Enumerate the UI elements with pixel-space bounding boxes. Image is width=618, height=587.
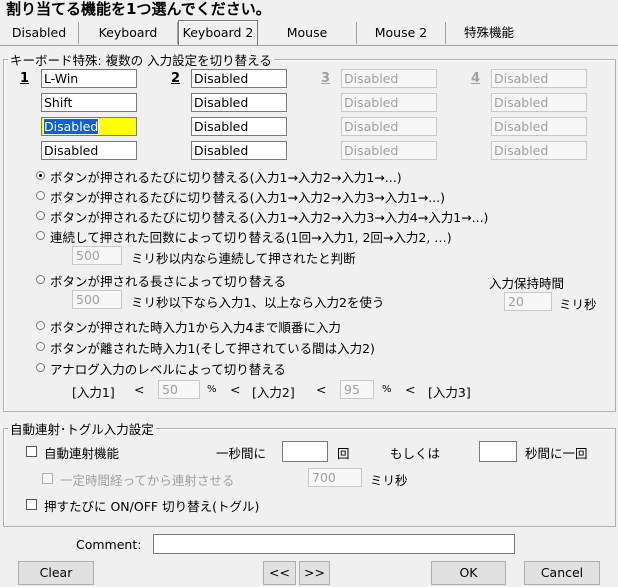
or-label: もしくは [390,446,441,461]
input4-key-3: Disabled [491,117,587,136]
once-per-label: 秒間に一回 [525,446,588,461]
clear-button[interactable]: Clear [18,561,94,585]
ok-button[interactable]: OK [431,561,506,585]
option-release-label[interactable]: ボタンが離された時入力1(そして押されている間は入力2) [50,338,375,357]
column-number-3: 3 [321,71,331,86]
radio-toggle-4[interactable] [36,211,45,220]
input4-key-4: Disabled [491,141,587,160]
option-toggle-3-label[interactable]: ボタンが押されるたびに切り替える(入力1→入力2→入力3→入力1→...) [50,187,445,206]
radio-toggle-2[interactable] [36,171,45,180]
analog-lt-2: < [230,382,241,397]
comment-label: Comment: [76,537,142,552]
column-number-4: 4 [471,71,481,86]
analog-threshold-2: 95 [340,380,374,399]
input3-key-3: Disabled [341,117,437,136]
analog-input3-label: [入力3] [428,385,471,400]
analog-lt-4: < [405,382,416,397]
radio-sequential[interactable] [36,321,45,330]
keyboard-special-legend: キーボード特殊: 複数の 入力設定を切り替える [8,50,274,69]
input1-key-4[interactable]: Disabled [41,141,137,160]
tab-keyboard-2[interactable]: Keyboard 2 [178,20,258,45]
auto-fire-checkbox[interactable] [26,446,37,457]
radio-press-length[interactable] [36,275,45,284]
input1-key-2[interactable]: Shift [41,93,137,112]
input1-key-3-selection: Disabled [44,119,99,134]
input2-key-4[interactable]: Disabled [191,141,287,160]
analog-lt-1: < [134,382,145,397]
option-toggle-2-label[interactable]: ボタンが押されるたびに切り替える(入力1→入力2→入力1→...) [50,167,402,186]
tab-keyboard[interactable]: Keyboard [79,22,178,44]
shots-per-second-input[interactable] [282,441,328,462]
toggle-checkbox[interactable] [26,499,37,510]
consecutive-ms-input: 500 [72,246,122,265]
column-number-2: 2 [171,71,181,86]
input3-key-2: Disabled [341,93,437,112]
radio-press-count[interactable] [36,231,45,240]
tab-disabled[interactable]: Disabled [0,22,79,44]
analog-lt-3: < [316,382,327,397]
length-ms-input: 500 [72,290,122,309]
consecutive-ms-text: ミリ秒以内なら連続して押されたと判断 [131,251,356,266]
input2-key-1[interactable]: Disabled [191,69,287,88]
radio-analog[interactable] [36,363,45,372]
hold-time-unit: ミリ秒 [559,297,597,312]
hold-time-label: 入力保持時間 [489,276,565,291]
seconds-per-shot-input[interactable] [479,441,517,462]
tab-bar: Disabled Keyboard Keyboard 2 Mouse Mouse… [0,18,618,46]
toggle-label[interactable]: 押すたびに ON/OFF 切り替え(トグル) [44,496,259,515]
tab-mouse[interactable]: Mouse [258,22,357,44]
input2-key-2[interactable]: Disabled [191,93,287,112]
rapid-fire-legend: 自動連射･トグル入力設定 [8,419,156,438]
hold-time-input: 20 [504,292,552,311]
input4-key-1: Disabled [491,69,587,88]
input3-key-4: Disabled [341,141,437,160]
option-toggle-4-label[interactable]: ボタンが押されるたびに切り替える(入力1→入力2→入力3→入力4→入力1→...… [50,207,488,226]
next-button[interactable]: >> [299,561,330,585]
tab-special[interactable]: 特殊機能 [446,22,532,44]
column-number-1: 1 [20,71,30,86]
radio-release[interactable] [36,342,45,351]
delay-fire-checkbox [42,473,53,484]
delay-ms-input: 700 [308,468,362,487]
option-press-length-label[interactable]: ボタンが押される長さによって切り替える [50,271,286,290]
times-label: 回 [337,446,350,461]
input4-key-2: Disabled [491,93,587,112]
option-analog-label[interactable]: アナログ入力のレベルによって切り替える [50,359,286,378]
cancel-button[interactable]: Cancel [524,561,600,585]
analog-input1-label: [入力1] [72,385,115,400]
dialog-title: 割り当てる機能を1つ選んでください。 [6,0,271,18]
input1-key-3[interactable]: Disabled [41,117,137,136]
comment-input[interactable] [153,534,515,554]
delay-fire-label: 一定時間経ってから連射させる [60,473,235,488]
input2-key-3[interactable]: Disabled [191,117,287,136]
radio-toggle-3[interactable] [36,191,45,200]
analog-pct-1: % [207,384,217,395]
prev-button[interactable]: << [263,561,296,585]
length-ms-text: ミリ秒以下なら入力1、以上なら入力2を使う [131,295,385,310]
per-second-label: 一秒間に [216,446,267,461]
delay-ms-unit: ミリ秒 [370,473,408,488]
input3-key-1: Disabled [341,69,437,88]
tab-mouse-2[interactable]: Mouse 2 [357,22,446,44]
auto-fire-label[interactable]: 自動連射機能 [44,443,119,462]
analog-threshold-1: 50 [158,380,200,399]
analog-input2-label: [入力2] [252,385,295,400]
analog-pct-2: % [382,384,392,395]
input1-key-1[interactable]: L-Win [41,69,137,88]
option-sequential-label[interactable]: ボタンが押された時入力1から入力4まで順番に入力 [50,317,341,336]
option-press-count-label[interactable]: 連続して押された回数によって切り替える(1回→入力1, 2回→入力2, …) [50,227,452,246]
